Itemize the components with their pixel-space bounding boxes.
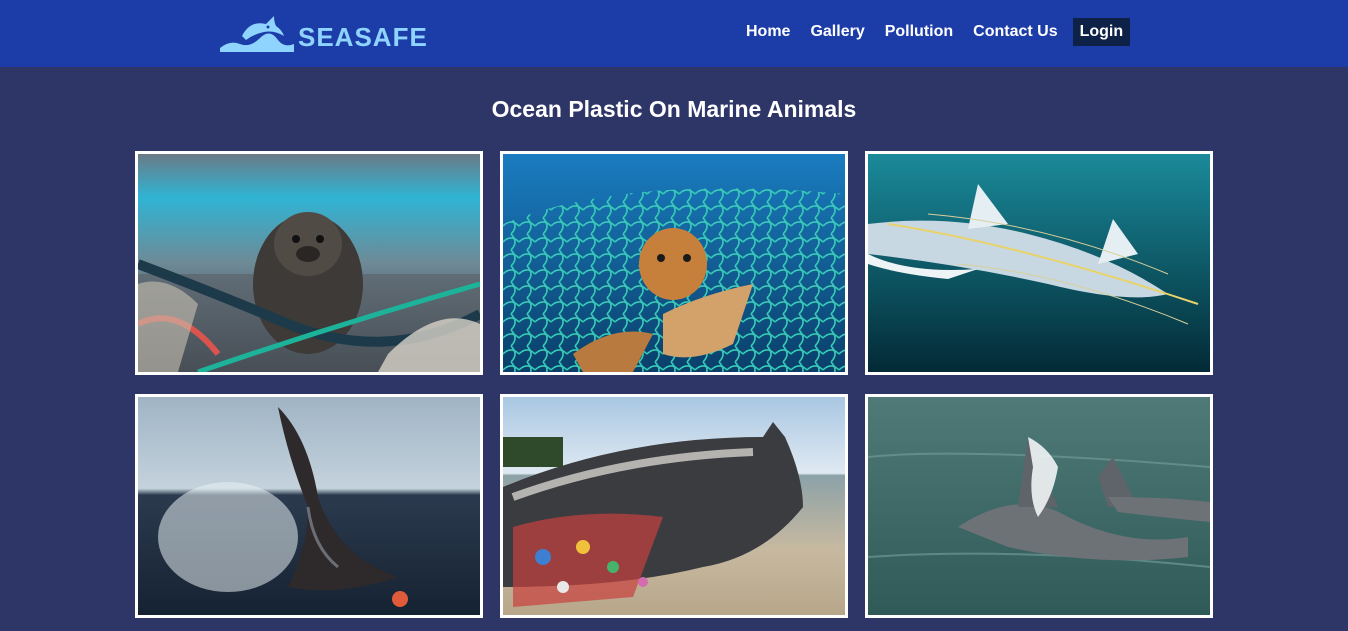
nav-pollution-link[interactable]: Pollution [875,18,963,46]
nav-login-button[interactable]: Login [1072,18,1131,46]
gallery-image-turtle-net[interactable] [500,151,848,375]
gallery-image-whale-tail[interactable] [135,394,483,618]
gallery-image-whale-plastic-beach[interactable] [500,394,848,618]
brand-name: SEASAFE [298,21,428,52]
gallery-image-sea-lion-nets[interactable] [135,151,483,375]
gallery-image-dolphin-bag[interactable] [865,394,1213,618]
nav-contact-link[interactable]: Contact Us [963,18,1067,46]
nav-links: Home Gallery Pollution Contact Us Login [736,18,1131,46]
dolphin-wave-icon [220,16,294,52]
gallery-image-shark-line[interactable] [865,151,1213,375]
navbar: SEASAFE Home Gallery Pollution Contact U… [0,0,1348,67]
nav-home-link[interactable]: Home [736,18,800,46]
nav-gallery-link[interactable]: Gallery [800,18,874,46]
page-title: Ocean Plastic On Marine Animals [491,96,857,122]
logo[interactable]: SEASAFE [220,14,428,52]
